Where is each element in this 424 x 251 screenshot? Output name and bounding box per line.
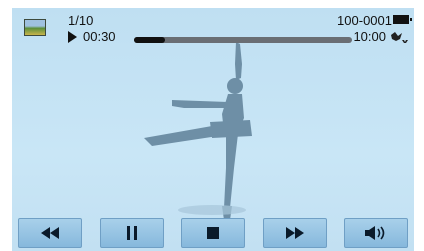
file-counter: 1/10 — [68, 13, 94, 28]
volume-button[interactable] — [344, 218, 408, 248]
rewind-button[interactable] — [18, 218, 82, 248]
progress-bar[interactable] — [134, 37, 352, 43]
pause-button[interactable] — [99, 218, 164, 248]
playback-controls — [12, 215, 414, 251]
progress-bar-fill — [134, 37, 165, 43]
stop-button[interactable] — [181, 218, 245, 248]
total-duration: 10:00 — [353, 29, 386, 44]
fast-forward-button[interactable] — [262, 218, 327, 248]
quality-icon — [391, 32, 408, 43]
fast-forward-icon — [285, 227, 304, 239]
photo-thumbnail-icon — [24, 19, 46, 36]
stop-icon — [207, 227, 219, 239]
volume-icon — [365, 226, 385, 240]
video-player-screen: 1/10 00:30 100-0001 10:00 — [12, 8, 414, 251]
file-number: 100-0001 — [337, 13, 392, 28]
playback-status: 00:30 — [68, 29, 116, 44]
elapsed-time: 00:30 — [83, 29, 116, 44]
play-icon — [68, 30, 77, 43]
battery-full-icon — [393, 15, 412, 24]
rewind-icon — [41, 227, 59, 239]
pause-icon — [126, 226, 137, 240]
